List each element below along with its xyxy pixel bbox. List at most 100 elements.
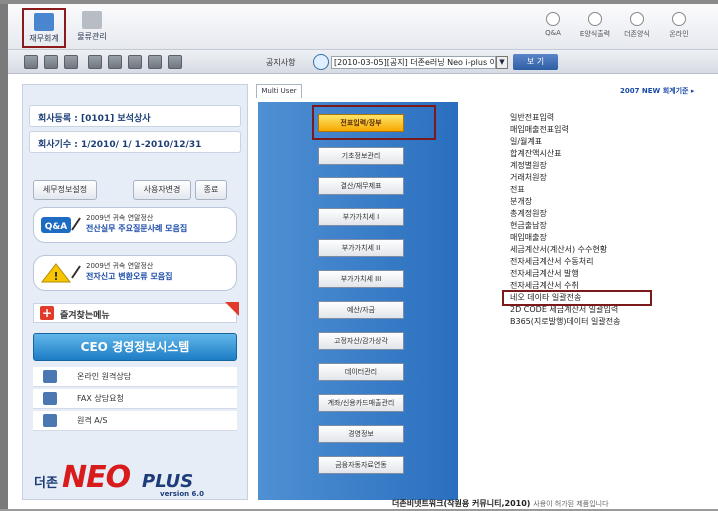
notice-label: 공지사항: [266, 58, 296, 67]
user-change-button[interactable]: 사용자변경: [133, 180, 191, 200]
logo-version: version 6.0: [160, 490, 204, 498]
menu-fixed-assets[interactable]: 고정자산/감가상각: [318, 332, 404, 350]
submenu-item[interactable]: 일/월계표: [510, 136, 710, 148]
menu-budget[interactable]: 예산/자금: [318, 301, 404, 319]
submenu-item[interactable]: 거래처원장: [510, 172, 710, 184]
online-button[interactable]: 온라인: [662, 10, 696, 48]
secondary-toolbar: 공지사항 [2010-03-05][공지] 더존e러닝 Neo i-plus 이…: [8, 50, 718, 74]
toolbar-square-icon[interactable]: [64, 55, 78, 69]
module-logistics-button[interactable]: 물류관리: [70, 8, 114, 48]
plus-icon: +: [40, 306, 54, 320]
new-accounting-standard-link[interactable]: 2007 NEW 회계기준 ▸: [620, 86, 694, 96]
logo-prefix: 더존: [34, 476, 58, 491]
logo-neo: NEO: [62, 460, 131, 495]
remote-as-item[interactable]: 원격 A/S: [33, 411, 237, 431]
menu-management-info[interactable]: 경영정보: [318, 425, 404, 443]
remote-as-label: 원격 A/S: [77, 416, 108, 425]
toolbar-square-icon[interactable]: [88, 55, 102, 69]
left-panel: 회사등록 : [0101] 보석상사 회사기수 : 1/2010/ 1/ 1-2…: [22, 84, 248, 500]
submenu-item[interactable]: 총계정원장: [510, 208, 710, 220]
notice-select[interactable]: [2010-03-05][공지] 더존e러닝 Neo i-plus 이러닝교육 …: [331, 56, 496, 69]
favorites-menu[interactable]: + 즐겨찾는메뉴: [33, 302, 239, 323]
toolbar-square-icon[interactable]: [44, 55, 58, 69]
menu-vat-3[interactable]: 부가가치세 III: [318, 270, 404, 288]
favorites-label: 즐겨찾는메뉴: [60, 311, 110, 321]
toolbar-square-icon[interactable]: [168, 55, 182, 69]
footer-main: 더존비넷트워크(작원용 커뮤니티,2010): [392, 499, 531, 508]
remote-consult-item[interactable]: 온라인 원격상담: [33, 367, 237, 387]
ribbon-icon: [225, 302, 239, 316]
submenu-item[interactable]: 전자세금계산서 발행: [510, 268, 710, 280]
qna-label: Q&A: [545, 29, 561, 37]
main-menu-column: 전표입력/장부 기초정보관리 결산/재무제표 부가가치세 I 부가가치세 II …: [258, 102, 458, 500]
submenu-item[interactable]: 전자세금계산서 수동처리: [510, 256, 710, 268]
module-logistics-label: 물류관리: [77, 32, 107, 41]
qna-button[interactable]: Q&A: [536, 10, 570, 48]
remote-consult-label: 온라인 원격상담: [77, 372, 132, 381]
submenu-item[interactable]: 전표: [510, 184, 710, 196]
ledger-icon: [34, 13, 54, 31]
company-period-row[interactable]: 회사기수 : 1/2010/ 1/ 1-2010/12/31: [29, 131, 241, 153]
ceo-system-button[interactable]: CEO 경영정보시스템: [33, 333, 237, 361]
pen-icon: [588, 12, 602, 26]
fax-request-item[interactable]: FAX 상담요청: [33, 389, 237, 409]
menu-vat-1[interactable]: 부가가치세 I: [318, 208, 404, 226]
submenu-item[interactable]: B365(지로발행)데이터 일괄전송: [510, 316, 710, 328]
eform-print-button[interactable]: E양식출력: [578, 10, 612, 48]
submenu-item[interactable]: 세금계산서(계산서) 수수현황: [510, 244, 710, 256]
top-toolbar: 재무회계 물류관리 Q&A E양식출력 더존양식 온라인: [8, 4, 718, 50]
menu-financial-link[interactable]: 금융자동자료연동: [318, 456, 404, 474]
promo-error-banner[interactable]: ! 2009년 귀속 연말정산 전자신고 변환오류 모음집: [33, 255, 237, 291]
promo-qna-line2: 전산실무 주요질문사례 모음집: [86, 224, 188, 233]
douzone-form-button[interactable]: 더존양식: [620, 10, 654, 48]
promo-error-line2: 전자신고 변환오류 모음집: [86, 272, 173, 281]
company-name-row[interactable]: 회사등록 : [0101] 보석상사: [29, 105, 241, 127]
logo-plus: PLUS: [142, 471, 194, 492]
selected-menu-highlight: [312, 105, 436, 140]
env-settings-button[interactable]: 세무정보설정: [33, 180, 97, 200]
menu-vat-2[interactable]: 부가가치세 II: [318, 239, 404, 257]
notice-view-button[interactable]: 보 기: [513, 54, 558, 70]
fax-icon: [43, 392, 57, 405]
menu-account-card[interactable]: 계좌/신용카드매출관리: [318, 394, 404, 412]
eform-print-label: E양식출력: [579, 30, 611, 38]
submenu-item[interactable]: 현금출납장: [510, 220, 710, 232]
menu-basic-info[interactable]: 기초정보관리: [318, 147, 404, 165]
menu-data-management[interactable]: 데이터관리: [318, 363, 404, 381]
selected-submenu-highlight: [502, 290, 652, 306]
submenu-item[interactable]: 합계잔액시산표: [510, 148, 710, 160]
screen-frame-left: [0, 0, 8, 511]
chevron-down-icon[interactable]: ▼: [496, 56, 508, 69]
menu-closing[interactable]: 결산/재무제표: [318, 177, 404, 195]
svg-text:!: !: [53, 270, 58, 283]
tab-multi-user[interactable]: Multi User: [256, 84, 302, 98]
footer-text: 더존비넷트워크(작원용 커뮤니티,2010) 사용이 허가된 제품입니다: [392, 498, 609, 509]
promo-error-line1: 2009년 귀속 연말정산: [86, 262, 154, 270]
footer-sub: 사용이 허가된 제품입니다: [533, 500, 609, 508]
submenu-item[interactable]: 계정별원장: [510, 160, 710, 172]
online-icon: [672, 12, 686, 26]
document-icon: [630, 12, 644, 26]
module-accounting-label: 재무회계: [29, 34, 59, 43]
neoplus-logo: 더존 NEO PLUS version 6.0: [34, 460, 234, 500]
consult-icon: [43, 370, 57, 383]
toolbar-square-icon[interactable]: [148, 55, 162, 69]
submenu-item[interactable]: 매입매출장: [510, 232, 710, 244]
help-icon: [546, 12, 560, 26]
toolbar-square-icon[interactable]: [108, 55, 122, 69]
notice-icon: [313, 54, 329, 70]
boxes-icon: [82, 11, 102, 29]
toolbar-square-icon[interactable]: [128, 55, 142, 69]
submenu-item[interactable]: 일반전표입력: [510, 112, 710, 124]
company-period-text: 회사기수 : 1/2010/ 1/ 1-2010/12/31: [38, 140, 202, 150]
fax-request-label: FAX 상담요청: [77, 394, 124, 403]
submenu-item[interactable]: 매입매출전표입력: [510, 124, 710, 136]
remote-support-icon: [43, 414, 57, 427]
promo-qna-line1: 2009년 귀속 연말정산: [86, 214, 154, 222]
qna-badge-icon: Q&A: [41, 217, 81, 233]
exit-button[interactable]: 종료: [195, 180, 227, 200]
toolbar-square-icon[interactable]: [24, 55, 38, 69]
submenu-item[interactable]: 분개장: [510, 196, 710, 208]
promo-qna-banner[interactable]: Q&A 2009년 귀속 연말정산 전산실무 주요질문사례 모음집: [33, 207, 237, 243]
module-accounting-button[interactable]: 재무회계: [22, 8, 66, 48]
